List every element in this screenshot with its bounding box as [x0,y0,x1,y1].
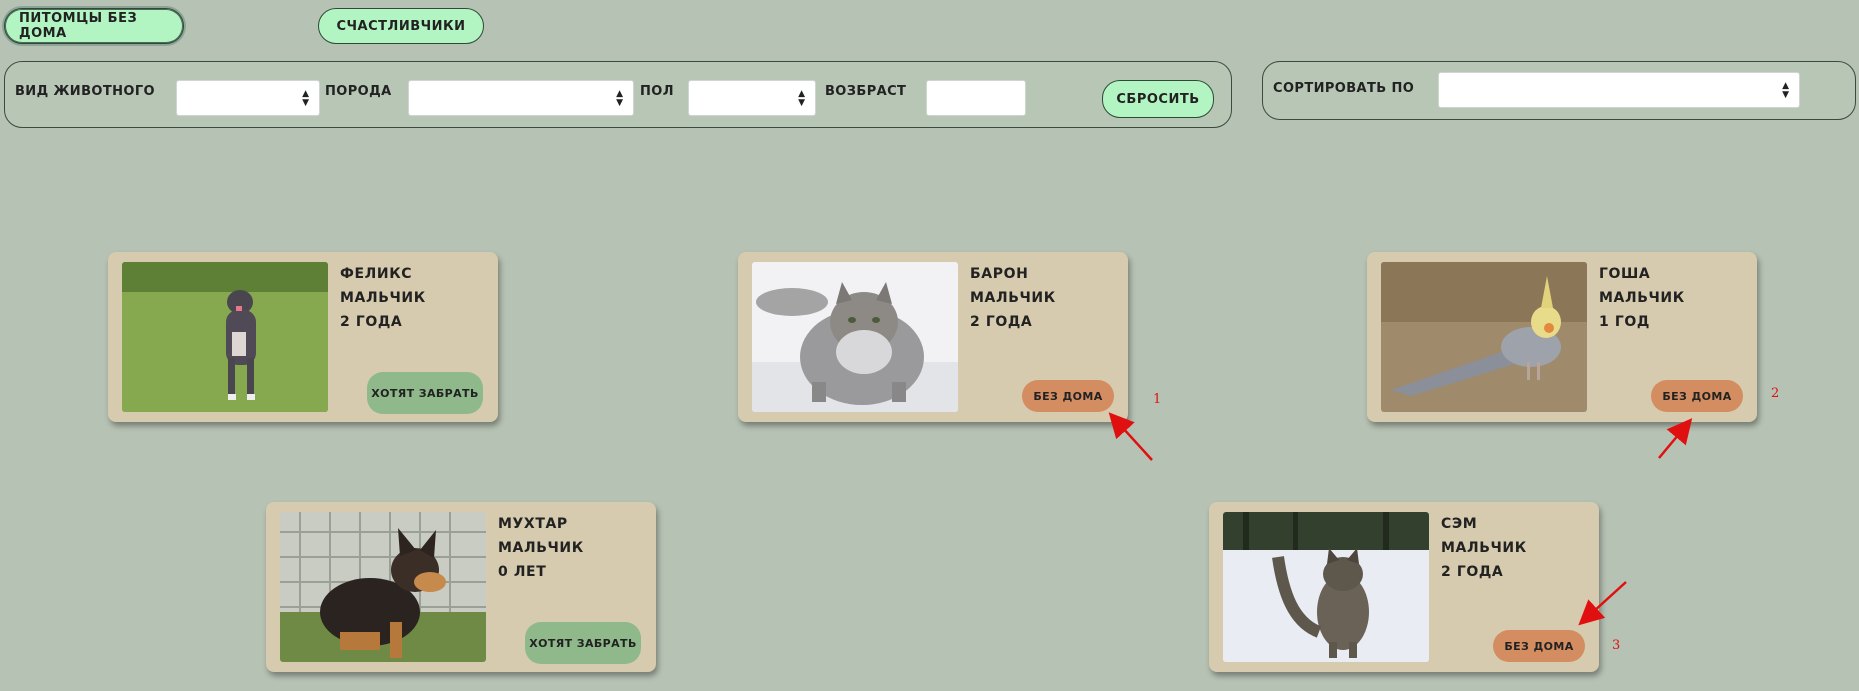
pet-name: Мухтар [498,516,568,532]
pet-age: 2 года [970,314,1033,330]
sort-select[interactable]: ▲ ▼ [1438,72,1800,108]
sex-select[interactable]: ▲ ▼ [688,80,816,116]
pet-sex: мальчик [1441,540,1527,556]
pet-info: Барон мальчик 2 года [970,262,1056,334]
status-homeless-button[interactable]: Без дома [1022,380,1114,412]
breed-select[interactable]: ▲ ▼ [408,80,634,116]
pet-card[interactable]: Гоша мальчик 1 год Без дома [1367,252,1757,422]
select-arrows-icon: ▲ ▼ [798,89,805,108]
pet-age: 1 год [1599,314,1650,330]
pet-age: 2 года [1441,564,1504,580]
pet-info: Мухтар мальчик 0 лет [498,512,584,584]
status-wanted-button[interactable]: Хотят забрать [367,372,483,414]
pet-sex: мальчик [970,290,1056,306]
pet-info: Феликс мальчик 2 года [340,262,426,334]
status-wanted-button[interactable]: Хотят забрать [525,622,641,664]
pet-name: Сэм [1441,516,1478,532]
status-homeless-button[interactable]: Без дома [1651,380,1743,412]
sex-label: Пол [640,84,674,99]
animal-type-select[interactable]: ▲ ▼ [176,80,320,116]
pet-age: 0 лет [498,564,547,580]
select-arrows-icon: ▲ ▼ [616,89,623,108]
pet-card[interactable]: Барон мальчик 2 года Без дома [738,252,1128,422]
pet-sex: мальчик [1599,290,1685,306]
cockatiel-parrot-photo [1381,262,1587,412]
pet-sex: мальчик [340,290,426,306]
fluffy-gray-cat-photo [752,262,958,412]
annotation-number-1: 1 [1153,392,1162,407]
tab-lucky-pets[interactable]: Счастливчики [318,8,484,44]
tabby-cat-snow-photo [1223,512,1429,662]
breed-label: Порода [325,84,392,99]
pet-card[interactable]: Феликс мальчик 2 года Хотят забрать [108,252,498,422]
pet-card[interactable]: Сэм мальчик 2 года Без дома [1209,502,1599,672]
sort-label: Сортировать по [1273,81,1415,96]
pet-sex: мальчик [498,540,584,556]
pet-info: Сэм мальчик 2 года [1441,512,1527,584]
annotation-number-2: 2 [1771,386,1780,401]
pet-age: 2 года [340,314,403,330]
select-arrows-icon: ▲ ▼ [302,89,309,108]
status-homeless-button[interactable]: Без дома [1493,630,1585,662]
pitbull-dog-photo [122,262,328,412]
pet-name: Барон [970,266,1029,282]
pet-name: Феликс [340,266,413,282]
pet-info: Гоша мальчик 1 год [1599,262,1685,334]
pet-card[interactable]: Мухтар мальчик 0 лет Хотят забрать [266,502,656,672]
annotation-arrow-1 [1108,412,1153,461]
filter-panel: Вид животного ▲ ▼ Порода ▲ ▼ Пол ▲ ▼ Возбра… [4,61,1232,128]
reset-button[interactable]: Сбросить [1102,80,1214,118]
age-label: Возбраст [825,84,907,99]
select-arrows-icon: ▲ ▼ [1782,81,1789,100]
animal-type-label: Вид животного [15,84,155,99]
annotation-arrow-2 [1658,418,1693,459]
tab-homeless-pets[interactable]: Питомцы без дома [4,8,184,44]
annotation-number-3: 3 [1612,638,1621,653]
pet-name: Гоша [1599,266,1651,282]
sort-panel: Сортировать по ▲ ▼ [1262,61,1856,120]
age-input[interactable] [926,80,1026,116]
shepherd-puppy-photo [280,512,486,662]
